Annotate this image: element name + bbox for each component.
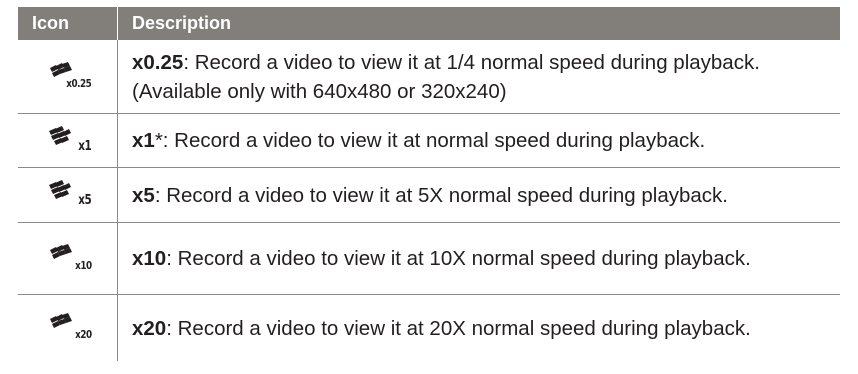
row-key: x5	[132, 183, 155, 207]
table-header: Icon Description	[18, 7, 840, 40]
speed-x10-icon: x10	[48, 243, 92, 274]
speed-x20-icon: x20	[48, 313, 92, 343]
row-text: : Record a video to view it at 1/4 norma…	[132, 50, 760, 103]
row-text: : Record a video to view it at 20X norma…	[166, 316, 751, 340]
row-key: x20	[132, 316, 167, 340]
table-row: x5 x5: Record a video to view it at 5X n…	[18, 168, 840, 223]
speed-x5-icon: x5	[48, 180, 92, 210]
table-row: x1 x1*: Record a video to view it at nor…	[18, 114, 840, 168]
speed-x0.25-icon: x0.25	[48, 61, 92, 92]
row-key: x1	[132, 129, 155, 152]
speed-options-table: Icon Description x0.25 x0.25: Record a v…	[18, 7, 840, 361]
table-row: x0.25 x0.25: Record a video to view it a…	[18, 40, 840, 114]
row-key: x0.25	[132, 50, 184, 74]
row-text: : Record a video to view it at 5X normal…	[154, 183, 728, 207]
row-text: *: Record a video to view it at normal s…	[154, 129, 706, 152]
table-row: x10 x10: Record a video to view it at 10…	[18, 223, 840, 295]
speed-x1-icon: x1	[48, 125, 92, 156]
icon-column-header: Icon	[18, 7, 118, 40]
row-text: : Record a video to view it at 10X norma…	[166, 247, 751, 270]
row-key: x10	[132, 247, 167, 270]
table-row: x20 x20: Record a video to view it at 20…	[18, 295, 840, 361]
description-column-header: Description	[132, 13, 232, 33]
